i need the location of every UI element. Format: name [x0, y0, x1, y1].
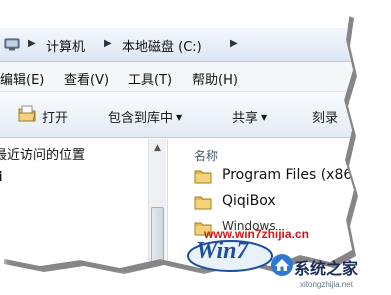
menu-view[interactable]: 查看(V) — [64, 69, 109, 88]
scrollbar-thumb[interactable] — [151, 207, 164, 265]
navigation-pane: 最近访问的位置 i — [0, 139, 168, 268]
chevron-right-icon[interactable]: ▶ — [230, 38, 238, 49]
menu-help[interactable]: 帮助(H) — [192, 69, 238, 88]
win7-logo: Win7 — [186, 232, 274, 272]
burn-button[interactable]: 刻录 — [312, 107, 338, 126]
column-header-name[interactable]: 名称 — [194, 147, 218, 164]
chevron-right-icon[interactable]: ▶ — [104, 38, 112, 49]
win7-logo-text: Win7 — [196, 238, 249, 264]
command-toolbar: 打开 包含到库中 ▼ 共享 ▼ 刻录 — [0, 92, 352, 138]
screenshot-stage: ▶ 计算机 ▶ 本地磁盘 (C:) ▶ 编辑(E) 查看(V) 工具(T) 帮助… — [0, 0, 391, 295]
share-button[interactable]: 共享 ▼ — [232, 107, 267, 126]
folder-icon — [194, 196, 212, 210]
nav-pane-scrollbar[interactable]: ▲ — [148, 139, 166, 268]
folder-icon — [194, 170, 212, 184]
file-name: Program Files (x86) — [222, 167, 358, 183]
nav-item-partial[interactable]: i — [0, 170, 2, 185]
breadcrumb-local-disk[interactable]: 本地磁盘 (C:) — [122, 36, 202, 55]
menu-bar: 编辑(E) 查看(V) 工具(T) 帮助(H) — [0, 62, 352, 92]
chevron-right-icon[interactable]: ▶ — [28, 38, 36, 49]
file-name: QiqiBox — [222, 193, 276, 209]
computer-icon — [4, 38, 20, 51]
watermark-site-name: 系统之家 — [294, 259, 359, 278]
include-in-library-button[interactable]: 包含到库中 ▼ — [108, 107, 182, 126]
address-bar[interactable]: ▶ 计算机 ▶ 本地磁盘 (C:) ▶ — [0, 28, 352, 62]
open-button[interactable]: 打开 — [42, 107, 68, 126]
nav-item-recent-places[interactable]: 最近访问的位置 — [0, 144, 85, 163]
menu-edit[interactable]: 编辑(E) — [0, 69, 44, 88]
system-home-logo-icon — [271, 254, 293, 276]
list-item[interactable]: Program Files (x86) — [194, 165, 358, 189]
scroll-up-arrow-icon[interactable]: ▲ — [149, 142, 166, 154]
menu-tools[interactable]: 工具(T) — [128, 69, 172, 88]
share-label: 共享 — [232, 111, 259, 126]
include-in-library-label: 包含到库中 — [108, 111, 174, 126]
watermark-site-url: xitongzhijia.net — [300, 280, 353, 289]
breadcrumb-computer[interactable]: 计算机 — [46, 36, 85, 55]
dropdown-arrow-icon: ▼ — [176, 113, 183, 122]
open-folder-icon — [18, 105, 36, 122]
dropdown-arrow-icon: ▼ — [261, 113, 268, 122]
list-item[interactable]: QiqiBox — [194, 191, 354, 215]
